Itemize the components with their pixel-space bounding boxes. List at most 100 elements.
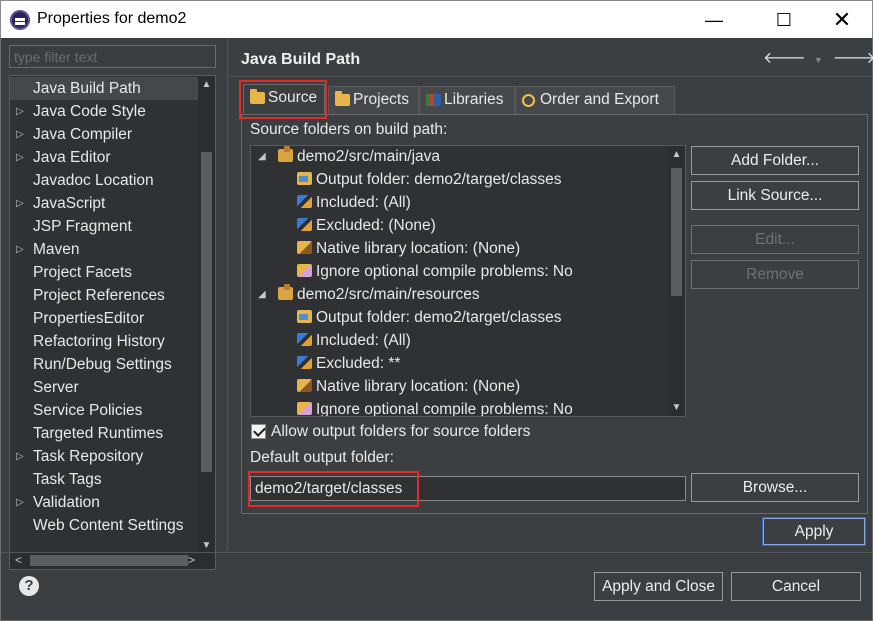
back-dropdown-icon[interactable]: ▼ — [814, 55, 823, 65]
filter-input[interactable] — [9, 45, 216, 68]
source-attribute-row[interactable]: Output folder: demo2/target/classes — [297, 306, 562, 329]
nav-item-label: JavaScript — [33, 195, 106, 212]
remove-button[interactable]: Remove — [691, 260, 859, 289]
page-navigation: 🡐▼🡒▼▼ — [763, 47, 873, 68]
scroll-down-icon[interactable]: ▼ — [200, 540, 213, 551]
close-button[interactable]: ✕ — [819, 1, 865, 39]
source-attribute-row[interactable]: Included: (All) — [297, 191, 411, 214]
nav-item-label: Project References — [33, 287, 165, 304]
scroll-thumb[interactable] — [30, 555, 188, 566]
ignore-problems-icon — [297, 402, 312, 415]
expand-arrow-icon[interactable]: ▷ — [16, 100, 24, 123]
back-arrow-icon[interactable]: 🡐 — [763, 50, 806, 67]
scroll-right-icon[interactable]: > — [188, 553, 195, 567]
maximize-button[interactable]: ☐ — [761, 1, 807, 39]
source-attribute-row[interactable]: Ignore optional compile problems: No — [297, 398, 573, 416]
scroll-left-icon[interactable]: < — [15, 553, 22, 567]
tab-order-and-export[interactable]: Order and Export — [515, 86, 675, 114]
source-attribute-row[interactable]: Excluded: (None) — [297, 214, 436, 237]
forward-arrow-icon[interactable]: 🡒 — [833, 50, 873, 67]
nav-item-label: Project Facets — [33, 264, 133, 281]
highlight-box-output-folder — [248, 471, 419, 507]
native-library-icon — [297, 379, 312, 392]
expand-arrow-icon[interactable]: ▷ — [16, 192, 24, 215]
expand-arrow-icon[interactable]: ▷ — [16, 238, 24, 261]
help-icon[interactable]: ? — [19, 576, 39, 596]
tab-projects[interactable]: Projects — [328, 86, 419, 114]
nav-item[interactable]: ▷ Task Repository — [10, 445, 200, 468]
nav-item-label: JSP Fragment — [33, 218, 132, 235]
tree-vertical-scrollbar[interactable]: ▲ ▼ — [668, 146, 685, 416]
tree-row-label: Included: (All) — [316, 332, 411, 349]
expand-arrow-icon[interactable]: ▷ — [16, 445, 24, 468]
nav-item[interactable]: PropertiesEditor — [10, 307, 200, 330]
nav-item[interactable]: Project References — [10, 284, 200, 307]
exclusion-filter-icon — [297, 356, 312, 369]
collapse-arrow-icon[interactable]: ◢ — [258, 146, 266, 168]
source-attribute-row[interactable]: Excluded: ** — [297, 352, 400, 375]
nav-item[interactable]: ▷ Java Code Style — [10, 100, 200, 123]
nav-item[interactable]: Task Tags — [10, 468, 200, 491]
nav-item[interactable]: Javadoc Location — [10, 169, 200, 192]
tree-row-label: demo2/src/main/resources — [297, 286, 480, 303]
nav-item[interactable]: Targeted Runtimes — [10, 422, 200, 445]
scroll-thumb[interactable] — [671, 168, 682, 296]
apply-and-close-button[interactable]: Apply and Close — [594, 572, 723, 601]
nav-item-label: Refactoring History — [33, 333, 165, 350]
source-folder-row[interactable]: ◢ demo2/src/main/java — [258, 146, 440, 168]
scroll-thumb[interactable] — [201, 152, 212, 472]
output-folder-icon — [297, 172, 312, 185]
nav-item[interactable]: ▷ Java Editor — [10, 146, 200, 169]
expand-arrow-icon[interactable]: ▷ — [16, 123, 24, 146]
footer-separator — [1, 552, 873, 553]
scroll-up-icon[interactable]: ▲ — [670, 149, 683, 160]
minimize-button[interactable]: — — [691, 1, 737, 39]
package-folder-icon — [278, 284, 293, 300]
source-attribute-row[interactable]: Native library location: (None) — [297, 237, 520, 260]
properties-dialog: Java Build Path ▷ Java Code Style ▷ Java Com… — [0, 38, 873, 621]
nav-item[interactable]: Server — [10, 376, 200, 399]
add-folder-button[interactable]: Add Folder... — [691, 146, 859, 175]
scroll-down-icon[interactable]: ▼ — [670, 402, 683, 413]
nav-horizontal-scrollbar[interactable]: < > — [10, 552, 215, 569]
nav-vertical-scrollbar[interactable]: ▲ ▼ — [198, 76, 215, 554]
nav-item[interactable]: ▷ Validation — [10, 491, 200, 514]
tab-label: Libraries — [444, 91, 504, 108]
expand-arrow-icon[interactable]: ▷ — [16, 491, 24, 514]
tree-row-label: Excluded: ** — [316, 355, 401, 372]
window-title: Properties for demo2 — [37, 10, 187, 27]
nav-item[interactable]: Run/Debug Settings — [10, 353, 200, 376]
nav-item-label: Task Tags — [33, 471, 102, 488]
nav-item[interactable]: ▷ JavaScript — [10, 192, 200, 215]
nav-item-label: Java Code Style — [33, 103, 146, 120]
libraries-icon — [426, 94, 441, 106]
nav-item[interactable]: JSP Fragment — [10, 215, 200, 238]
source-attribute-row[interactable]: Included: (All) — [297, 329, 411, 352]
nav-item[interactable]: Web Content Settings — [10, 514, 200, 537]
nav-item[interactable]: Java Build Path — [10, 77, 200, 100]
nav-item[interactable]: Refactoring History — [10, 330, 200, 353]
nav-item[interactable]: Service Policies — [10, 399, 200, 422]
expand-arrow-icon[interactable]: ▷ — [16, 146, 24, 169]
scroll-up-icon[interactable]: ▲ — [200, 79, 213, 90]
tab-libraries[interactable]: Libraries — [419, 86, 515, 114]
source-attribute-row[interactable]: Native library location: (None) — [297, 375, 520, 398]
source-attribute-row[interactable]: Output folder: demo2/target/classes — [297, 168, 562, 191]
nav-item[interactable]: ▷ Java Compiler — [10, 123, 200, 146]
inclusion-filter-icon — [297, 333, 312, 346]
source-attribute-row[interactable]: Ignore optional compile problems: No — [297, 260, 573, 283]
browse-button[interactable]: Browse... — [691, 473, 859, 502]
ignore-problems-icon — [297, 264, 312, 277]
default-output-label: Default output folder: — [250, 449, 394, 466]
nav-item[interactable]: ▷ Maven — [10, 238, 200, 261]
apply-button[interactable]: Apply — [762, 517, 866, 546]
collapse-arrow-icon[interactable]: ◢ — [258, 283, 266, 306]
tree-row-label: Native library location: (None) — [316, 240, 521, 257]
cancel-button[interactable]: Cancel — [731, 572, 861, 601]
link-source-button[interactable]: Link Source... — [691, 181, 859, 210]
edit-button[interactable]: Edit... — [691, 225, 859, 254]
nav-item-label: Java Editor — [33, 149, 111, 166]
source-folder-row[interactable]: ◢ demo2/src/main/resources — [258, 283, 480, 306]
nav-item[interactable]: Project Facets — [10, 261, 200, 284]
allow-output-folders-checkbox[interactable] — [251, 424, 266, 439]
